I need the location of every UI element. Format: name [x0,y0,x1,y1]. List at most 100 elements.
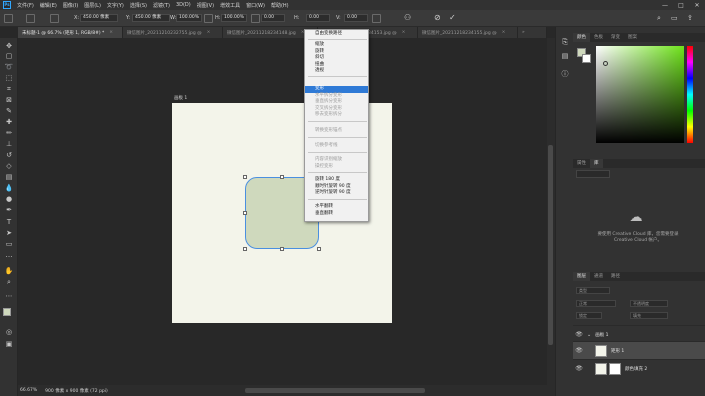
fill-field[interactable]: 填充 [630,312,668,319]
warp-mode-icon[interactable]: ⚇ [404,14,413,23]
cancel-transform-icon[interactable]: ⊘ [434,14,443,23]
screen-mode-icon[interactable]: ▣ [4,340,14,348]
menu-help[interactable]: 帮助(H) [268,2,292,9]
transform-handle[interactable] [243,175,247,179]
close-tab-icon[interactable]: × [502,30,506,35]
menu-filter[interactable]: 滤镜(T) [150,2,173,9]
reference-point-icon[interactable] [50,14,59,23]
foreground-color-swatch[interactable] [3,308,11,316]
transform-tool-icon[interactable] [26,14,35,23]
object-select-tool-icon[interactable]: ⬚ [4,74,14,82]
vertical-scroll-thumb[interactable] [548,145,553,345]
close-tab-icon[interactable]: × [402,30,406,35]
maximize-icon[interactable]: □ [673,0,689,10]
rectangle-tool-icon[interactable]: ▭ [4,240,14,248]
tab-paths[interactable]: 路径 [607,272,624,281]
visibility-eye-icon[interactable]: 👁 [573,347,585,354]
menu-view[interactable]: 视图(V) [194,2,217,9]
menu-item-perspective[interactable]: 透视 [305,68,368,75]
x-field[interactable]: 450.00 像素 [80,14,118,22]
menu-type[interactable]: 文字(Y) [104,2,127,9]
lasso-tool-icon[interactable]: ➰ [4,63,14,71]
quick-mask-icon[interactable]: ◎ [4,328,14,336]
share-icon[interactable]: ⇪ [687,14,696,23]
transform-handle[interactable] [317,247,321,251]
menu-item-toggle-guides[interactable]: 切换参考线 [305,143,368,150]
menu-3d[interactable]: 3D(D) [173,2,194,8]
home-icon[interactable] [4,14,13,23]
menu-select[interactable]: 选择(S) [127,2,150,9]
tab-document-5[interactable]: 微信图片_20211218234155.jpg @ × [418,27,518,38]
transform-handle[interactable] [243,211,247,215]
library-dropdown[interactable] [576,170,610,178]
transform-handle[interactable] [243,247,247,251]
transform-handle[interactable] [280,247,284,251]
tab-libraries[interactable]: 库 [590,159,603,168]
interpolation-icon[interactable] [372,14,381,23]
menu-item-puppet-warp[interactable]: 操控变形 [305,164,368,171]
move-tool-icon[interactable]: ✥ [4,42,14,50]
link-icon[interactable] [204,14,213,23]
commit-transform-icon[interactable]: ✓ [449,14,458,23]
history-icon[interactable]: ⎘ [560,37,570,47]
path-select-tool-icon[interactable]: ➤ [4,229,14,237]
pen-tool-icon[interactable]: ✒ [4,206,14,214]
zoom-level[interactable]: 66.67% [20,388,37,393]
menu-plugins[interactable]: 增效工具 [217,2,243,9]
width-field[interactable]: 100.00% [176,14,202,22]
tab-layers[interactable]: 图层 [573,272,590,281]
color-picker-field[interactable] [596,46,684,143]
minimize-icon[interactable]: — [657,0,673,10]
search-icon[interactable]: ⌕ [657,14,666,23]
menu-item-flip-vertical[interactable]: 垂直翻转 [305,211,368,218]
frame-tool-icon[interactable]: ⊠ [4,96,14,104]
y-field[interactable]: 450.00 像素 [132,14,170,22]
background-color-swatch[interactable] [582,54,591,63]
healing-brush-icon[interactable]: ✚ [4,118,14,126]
comments-icon[interactable]: ▤ [560,51,570,61]
horizontal-scroll-thumb[interactable] [245,388,425,393]
tab-patterns[interactable]: 图案 [624,33,641,42]
eraser-tool-icon[interactable]: ◇ [4,162,14,170]
artboard-tool-icon[interactable]: ▢ [4,52,14,60]
tab-properties[interactable]: 属性 [573,159,590,168]
tabs-overflow-button[interactable]: » [518,27,547,38]
blur-tool-icon[interactable]: 💧 [4,184,14,192]
menu-edit[interactable]: 编辑(E) [37,2,60,9]
height-field[interactable]: 100.00% [221,14,247,22]
artboard-label[interactable]: 画板 1 [174,95,187,101]
menu-file[interactable]: 文件(F) [14,2,37,9]
menu-layer[interactable]: 图层(L) [81,2,104,9]
angle-field[interactable]: 0.00 [261,14,285,22]
vskew-field[interactable]: 0.00 [344,14,368,22]
info-icon[interactable]: ⓘ [560,69,570,79]
edit-toolbar-icon[interactable]: … [4,251,14,259]
clone-stamp-icon[interactable]: ⊥ [4,140,14,148]
menu-item-free-transform-path[interactable]: 自由变换路径 [305,31,368,38]
eyedropper-tool-icon[interactable]: ✎ [4,107,14,115]
gradient-tool-icon[interactable]: ▤ [4,173,14,181]
opacity-field[interactable]: 不透明度 [630,300,668,307]
menu-item-remove-warp-split[interactable]: 移去变形拆分 [305,112,368,119]
blend-mode-select[interactable]: 正常 [576,300,616,307]
color-picker-cursor[interactable] [603,61,608,66]
close-icon[interactable]: ✕ [689,0,705,10]
brush-tool-icon[interactable]: ✏ [4,129,14,137]
chevron-down-icon[interactable]: ⌄ [587,332,591,338]
workspace-icon[interactable]: ▭ [671,14,680,23]
hue-slider[interactable] [687,46,693,143]
history-brush-icon[interactable]: ↺ [4,151,14,159]
menu-item-rotate-90-ccw[interactable]: 逆时针旋转 90 度 [305,190,368,197]
more-tools-icon[interactable]: ⋯ [4,292,14,300]
tab-color[interactable]: 颜色 [573,33,590,42]
menu-item-convert-warp-anchor[interactable]: 转换变形锚点 [305,128,368,135]
layer-kind-filter[interactable]: 类型 [576,287,610,294]
visibility-eye-icon[interactable]: 👁 [573,365,585,372]
transform-handle[interactable] [280,175,284,179]
visibility-eye-icon[interactable]: 👁 [573,331,585,338]
document-info[interactable]: 900 像素 x 900 像素 (72 ppi) [45,388,108,394]
hskew-field[interactable]: 0.00 [306,14,330,22]
crop-tool-icon[interactable]: ⌗ [4,85,14,93]
layer-row-fill[interactable]: 👁 颜色填充 2 [573,359,705,377]
menu-image[interactable]: 图像(I) [60,2,81,9]
